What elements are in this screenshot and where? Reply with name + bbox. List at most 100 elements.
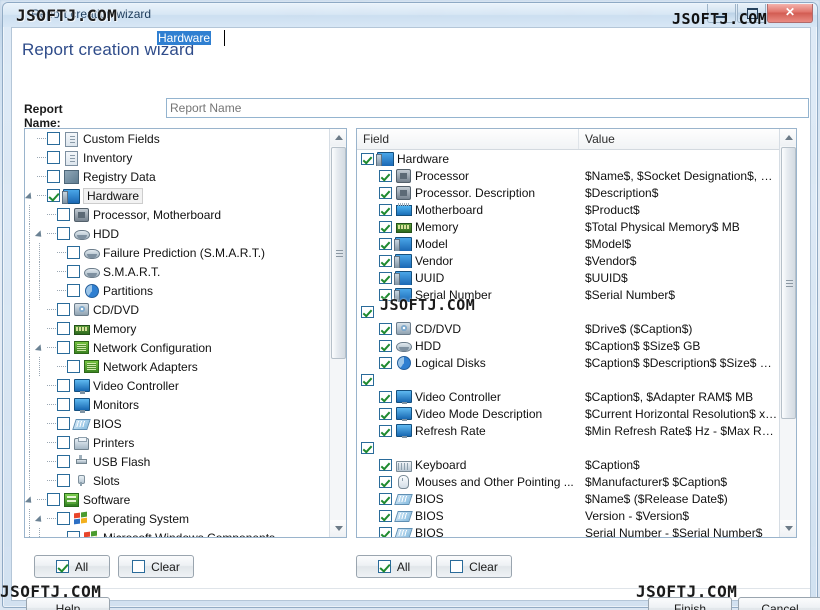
checked-checkbox[interactable] [379,237,392,250]
checked-checkbox[interactable] [379,322,392,335]
tree-item-processor-motherboard[interactable]: Processor, Motherboard [25,205,329,224]
unchecked-checkbox[interactable] [57,341,70,354]
unchecked-checkbox[interactable] [67,246,80,259]
tree-clear-button[interactable]: Clear [118,555,194,578]
column-header-value[interactable]: Value [579,129,779,149]
list-clear-button[interactable]: Clear [436,555,512,578]
checked-checkbox[interactable] [379,254,392,267]
report-name-input[interactable] [166,98,809,118]
minimize-button[interactable] [707,4,736,23]
checked-checkbox[interactable] [379,356,392,369]
tree-item-hardware[interactable]: Hardware [25,186,329,205]
list-scroll-down-icon[interactable] [780,520,796,537]
checked-checkbox[interactable] [379,475,392,488]
tree-item-network-adapters[interactable]: Network Adapters [25,357,329,376]
unchecked-checkbox[interactable] [57,227,70,240]
tree-scroll-down-icon[interactable] [330,520,346,537]
tree-item-partitions[interactable]: Partitions [25,281,329,300]
maximize-button[interactable] [737,4,766,23]
unchecked-checkbox[interactable] [57,303,70,316]
checked-checkbox[interactable] [379,271,392,284]
tree-item-failure-prediction-s-m-a-r-t[interactable]: Failure Prediction (S.M.A.R.T.) [25,243,329,262]
unchecked-checkbox[interactable] [47,493,60,506]
checked-checkbox[interactable] [379,220,392,233]
checked-checkbox[interactable] [379,526,392,537]
unchecked-checkbox[interactable] [57,322,70,335]
unchecked-checkbox[interactable] [57,208,70,221]
tree-item-printers[interactable]: Printers [25,433,329,452]
list-vertical-scrollbar[interactable] [779,129,796,537]
table-row[interactable]: Hardware [357,150,779,167]
table-row[interactable]: Logical Disks $Caption$ $Description$ $Si… [357,354,779,371]
tree-item-monitors[interactable]: Monitors [25,395,329,414]
list-scroll-up-icon[interactable] [780,129,796,146]
help-button[interactable]: Help [26,597,110,610]
unchecked-checkbox[interactable] [57,417,70,430]
list-select-all-button[interactable]: All [356,555,432,578]
unchecked-checkbox[interactable] [47,132,60,145]
table-row[interactable] [357,303,779,320]
tree-item-video-controller[interactable]: Video Controller [25,376,329,395]
table-row[interactable]: CD/DVD $Drive$ ($Caption$) [357,320,779,337]
unchecked-checkbox[interactable] [47,151,60,164]
expand-collapse-arrow-icon[interactable] [25,186,37,205]
table-row[interactable]: Keyboard $Caption$ [357,456,779,473]
tree-scroll-thumb[interactable] [331,147,346,359]
tree-item-network-configuration[interactable]: Network Configuration [25,338,329,357]
checked-checkbox[interactable] [379,288,392,301]
unchecked-checkbox[interactable] [67,265,80,278]
tree-item-inventory[interactable]: Inventory [25,148,329,167]
checked-checkbox[interactable] [47,189,60,202]
unchecked-checkbox[interactable] [67,284,80,297]
tree-scroll-up-icon[interactable] [330,129,346,146]
checked-checkbox[interactable] [379,509,392,522]
finish-button[interactable]: Finish [648,597,732,610]
unchecked-checkbox[interactable] [67,531,80,537]
tree-item-hdd[interactable]: HDD [25,224,329,243]
table-row[interactable]: BIOS Serial Number - $Serial Number$ [357,524,779,537]
table-row[interactable]: Refresh Rate $Min Refresh Rate$ Hz - $Max… [357,422,779,439]
category-tree[interactable]: Custom Fields Inventory Registry Data Hardw… [25,129,329,537]
unchecked-checkbox[interactable] [47,170,60,183]
category-tree-panel[interactable]: Custom Fields Inventory Registry Data Hardw… [24,128,347,538]
unchecked-checkbox[interactable] [57,474,70,487]
field-list-body[interactable]: Hardware Processor $Name$, $Socket Designa… [357,150,779,537]
expand-collapse-arrow-icon[interactable] [25,490,37,509]
table-row[interactable]: BIOS $Name$ ($Release Date$) [357,490,779,507]
checked-checkbox[interactable] [379,492,392,505]
unchecked-checkbox[interactable] [57,398,70,411]
checked-checkbox[interactable] [379,424,392,437]
table-row[interactable]: HDD $Caption$ $Size$ GB [357,337,779,354]
table-row[interactable]: Mouses and Other Pointing ... $Manufactur… [357,473,779,490]
table-row[interactable]: Processor. Description $Description$ [357,184,779,201]
checked-checkbox[interactable] [361,152,374,165]
table-row[interactable]: Memory $Total Physical Memory$ MB [357,218,779,235]
close-button[interactable]: ✕ [767,4,813,23]
tree-item-s-m-a-r-t[interactable]: S.M.A.R.T. [25,262,329,281]
expand-collapse-arrow-icon[interactable] [35,224,47,243]
column-header-field[interactable]: Field [357,129,579,149]
table-row[interactable]: Processor $Name$, $Socket Designation$, $… [357,167,779,184]
cancel-button[interactable]: Cancel [738,597,820,610]
checked-checkbox[interactable] [379,186,392,199]
checked-checkbox[interactable] [361,373,374,386]
tree-item-usb-flash[interactable]: USB Flash [25,452,329,471]
tree-item-operating-system[interactable]: Operating System [25,509,329,528]
checked-checkbox[interactable] [361,441,374,454]
checked-checkbox[interactable] [379,339,392,352]
unchecked-checkbox[interactable] [57,455,70,468]
table-row[interactable]: BIOS Version - $Version$ [357,507,779,524]
tree-item-bios[interactable]: BIOS [25,414,329,433]
table-row[interactable]: UUID $UUID$ [357,269,779,286]
checked-checkbox[interactable] [379,169,392,182]
table-row[interactable]: Vendor $Vendor$ [357,252,779,269]
unchecked-checkbox[interactable] [67,360,80,373]
tree-item-slots[interactable]: Slots [25,471,329,490]
expand-collapse-arrow-icon[interactable] [35,509,47,528]
unchecked-checkbox[interactable] [57,436,70,449]
checked-checkbox[interactable] [361,305,374,318]
checked-checkbox[interactable] [379,390,392,403]
table-row[interactable]: Model $Model$ [357,235,779,252]
field-list-panel[interactable]: Field Value Hardware Processor $Name$, $So… [356,128,797,538]
tree-select-all-button[interactable]: All [34,555,110,578]
